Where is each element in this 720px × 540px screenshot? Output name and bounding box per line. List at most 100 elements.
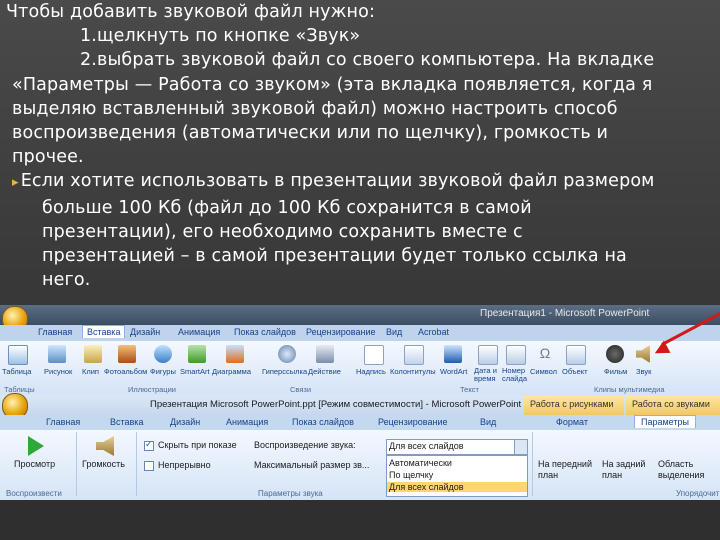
- picture-icon[interactable]: [48, 345, 66, 363]
- tab2-design[interactable]: Дизайн: [170, 417, 200, 427]
- step2-line-2: «Параметры — Работа со звуком» (эта вкла…: [12, 74, 653, 95]
- ribbon-screenshot-insert: Презентация1 - Microsoft PowerPoint Глав…: [0, 305, 720, 395]
- tab-slideshow[interactable]: Показ слайдов: [234, 327, 296, 337]
- item-textbox[interactable]: Надпись: [356, 367, 386, 376]
- chevron-down-icon[interactable]: [514, 440, 527, 454]
- item-action[interactable]: Действие: [308, 367, 341, 376]
- movie-icon[interactable]: [606, 345, 624, 363]
- step2-line-5: прочее.: [12, 147, 84, 168]
- item-chart[interactable]: Диаграмма: [212, 367, 251, 376]
- tab-animation[interactable]: Анимация: [178, 327, 220, 337]
- tab2-insert[interactable]: Вставка: [110, 417, 143, 427]
- tab-review[interactable]: Рецензирование: [306, 327, 376, 337]
- item-picture[interactable]: Рисунок: [44, 367, 72, 376]
- tab2-view[interactable]: Вид: [480, 417, 496, 427]
- item-movie[interactable]: Фильм: [604, 367, 627, 376]
- separator: [136, 432, 137, 496]
- item-smartart[interactable]: SmartArt: [180, 367, 210, 376]
- tab-home[interactable]: Главная: [38, 327, 72, 337]
- item-datetime[interactable]: Дата и время: [474, 367, 502, 383]
- window-title: Презентация1 - Microsoft PowerPoint: [480, 308, 650, 319]
- group-sound-options: Параметры звука: [258, 489, 323, 498]
- wordart-icon[interactable]: [444, 345, 462, 363]
- group-media-clips: Клипы мультимедиа: [594, 385, 665, 394]
- symbol-icon[interactable]: Ω: [536, 345, 554, 363]
- play-icon[interactable]: [28, 436, 44, 456]
- selection-pane-button[interactable]: Область выделения: [658, 459, 710, 481]
- header-footer-icon[interactable]: [404, 345, 424, 365]
- tab2-home[interactable]: Главная: [46, 417, 80, 427]
- preview-button[interactable]: Просмотр: [14, 459, 55, 469]
- datetime-icon[interactable]: [478, 345, 498, 365]
- item-sound[interactable]: Звук: [636, 367, 651, 376]
- tab-acrobat[interactable]: Acrobat: [418, 327, 449, 337]
- item-object[interactable]: Объект: [562, 367, 588, 376]
- hide-checkbox-label: Скрыть при показе: [158, 440, 237, 450]
- step1-line: 1.щелкнуть по кнопке «Звук»: [80, 26, 361, 47]
- group-illustrations: Иллюстрации: [128, 385, 176, 394]
- tab-insert[interactable]: Вставка: [82, 325, 126, 338]
- volume-button[interactable]: Громкость: [82, 459, 125, 469]
- insert-ribbon: Ω Таблица Рисунок Клип Фотоальбом Фигуры…: [0, 341, 720, 395]
- tab2-format[interactable]: Формат: [556, 417, 588, 427]
- item-table[interactable]: Таблица: [2, 367, 31, 376]
- table-icon[interactable]: [8, 345, 28, 365]
- loop-checkbox-label: Непрерывно: [158, 460, 211, 470]
- title-bar: Презентация1 - Microsoft PowerPoint: [0, 305, 720, 332]
- context-tab-sound-tools: Работа со звуками: [626, 395, 720, 415]
- sound-icon[interactable]: [636, 345, 650, 363]
- step2-line-4: воспроизведения (автоматически или по ще…: [12, 123, 609, 144]
- clip-icon[interactable]: [84, 345, 102, 363]
- textbox-icon[interactable]: [364, 345, 384, 365]
- shapes-icon[interactable]: [154, 345, 172, 363]
- item-wordart[interactable]: WordArt: [440, 367, 467, 376]
- tab2-review[interactable]: Рецензирование: [378, 417, 448, 427]
- menu-option-auto[interactable]: Автоматически: [389, 458, 452, 468]
- item-clip[interactable]: Клип: [82, 367, 99, 376]
- sound-options-ribbon: Просмотр Громкость Скрыть при показе Неп…: [0, 430, 720, 500]
- intro-line: Чтобы добавить звуковой файл нужно:: [6, 2, 376, 22]
- tab2-slideshow[interactable]: Показ слайдов: [292, 417, 354, 427]
- group-links: Связи: [290, 385, 312, 394]
- tab-view[interactable]: Вид: [386, 327, 402, 337]
- menu-option-all-slides[interactable]: Для всех слайдов: [387, 482, 527, 492]
- photo-album-icon[interactable]: [118, 345, 136, 363]
- chart-icon[interactable]: [226, 345, 244, 363]
- tab-design[interactable]: Дизайн: [130, 327, 160, 337]
- send-back-button[interactable]: На задний план: [602, 459, 656, 481]
- item-shapes[interactable]: Фигуры: [150, 367, 176, 376]
- item-headerfooter[interactable]: Колонтитулы: [390, 367, 436, 376]
- action-icon[interactable]: [316, 345, 334, 363]
- item-symbol[interactable]: Символ: [530, 367, 557, 376]
- ribbon-tabs: Главная Вставка Дизайн Анимация Показ сл…: [0, 325, 720, 341]
- play-sound-dropdown[interactable]: Для всех слайдов: [386, 439, 528, 455]
- tab2-options[interactable]: Параметры: [634, 415, 696, 428]
- separator: [76, 432, 77, 496]
- item-hyperlink[interactable]: Гиперссылка: [262, 367, 307, 376]
- item-photoalbum[interactable]: Фотоальбом: [104, 367, 147, 376]
- group-play: Воспроизвести: [6, 489, 62, 498]
- slide-bottom: [0, 500, 720, 540]
- max-size-label[interactable]: Максимальный размер зв...: [254, 460, 369, 470]
- para2-line-2: больше 100 Кб (файл до 100 Кб сохранится…: [42, 197, 532, 218]
- slide-text: Чтобы добавить звуковой файл нужно: 1.ще…: [0, 0, 712, 292]
- play-sound-label: Воспроизведение звука:: [254, 440, 356, 450]
- volume-icon[interactable]: [96, 436, 114, 456]
- slide-number-icon[interactable]: [506, 345, 526, 365]
- group-text: Текст: [460, 385, 479, 394]
- menu-option-click[interactable]: По щелчку: [389, 470, 433, 480]
- tab2-animation[interactable]: Анимация: [226, 417, 268, 427]
- loop-checkbox[interactable]: [144, 461, 154, 471]
- window-title-2: Презентация Microsoft PowerPoint.ppt [Ре…: [150, 399, 522, 410]
- bring-front-button[interactable]: На передний план: [538, 459, 598, 481]
- ribbon-tabs-2: Главная Вставка Дизайн Анимация Показ сл…: [0, 415, 720, 430]
- smartart-icon[interactable]: [188, 345, 206, 363]
- separator: [532, 432, 533, 496]
- step2-line-3: выделяю вставленный звуковой файл) можно…: [12, 98, 618, 119]
- bullet-icon: ▸: [12, 175, 19, 191]
- context-tab-picture-tools: Работа с рисунками: [524, 395, 624, 415]
- hide-checkbox[interactable]: [144, 439, 154, 451]
- object-icon[interactable]: [566, 345, 586, 365]
- item-slidenumber[interactable]: Номер слайда: [502, 367, 532, 383]
- hyperlink-icon[interactable]: [278, 345, 296, 363]
